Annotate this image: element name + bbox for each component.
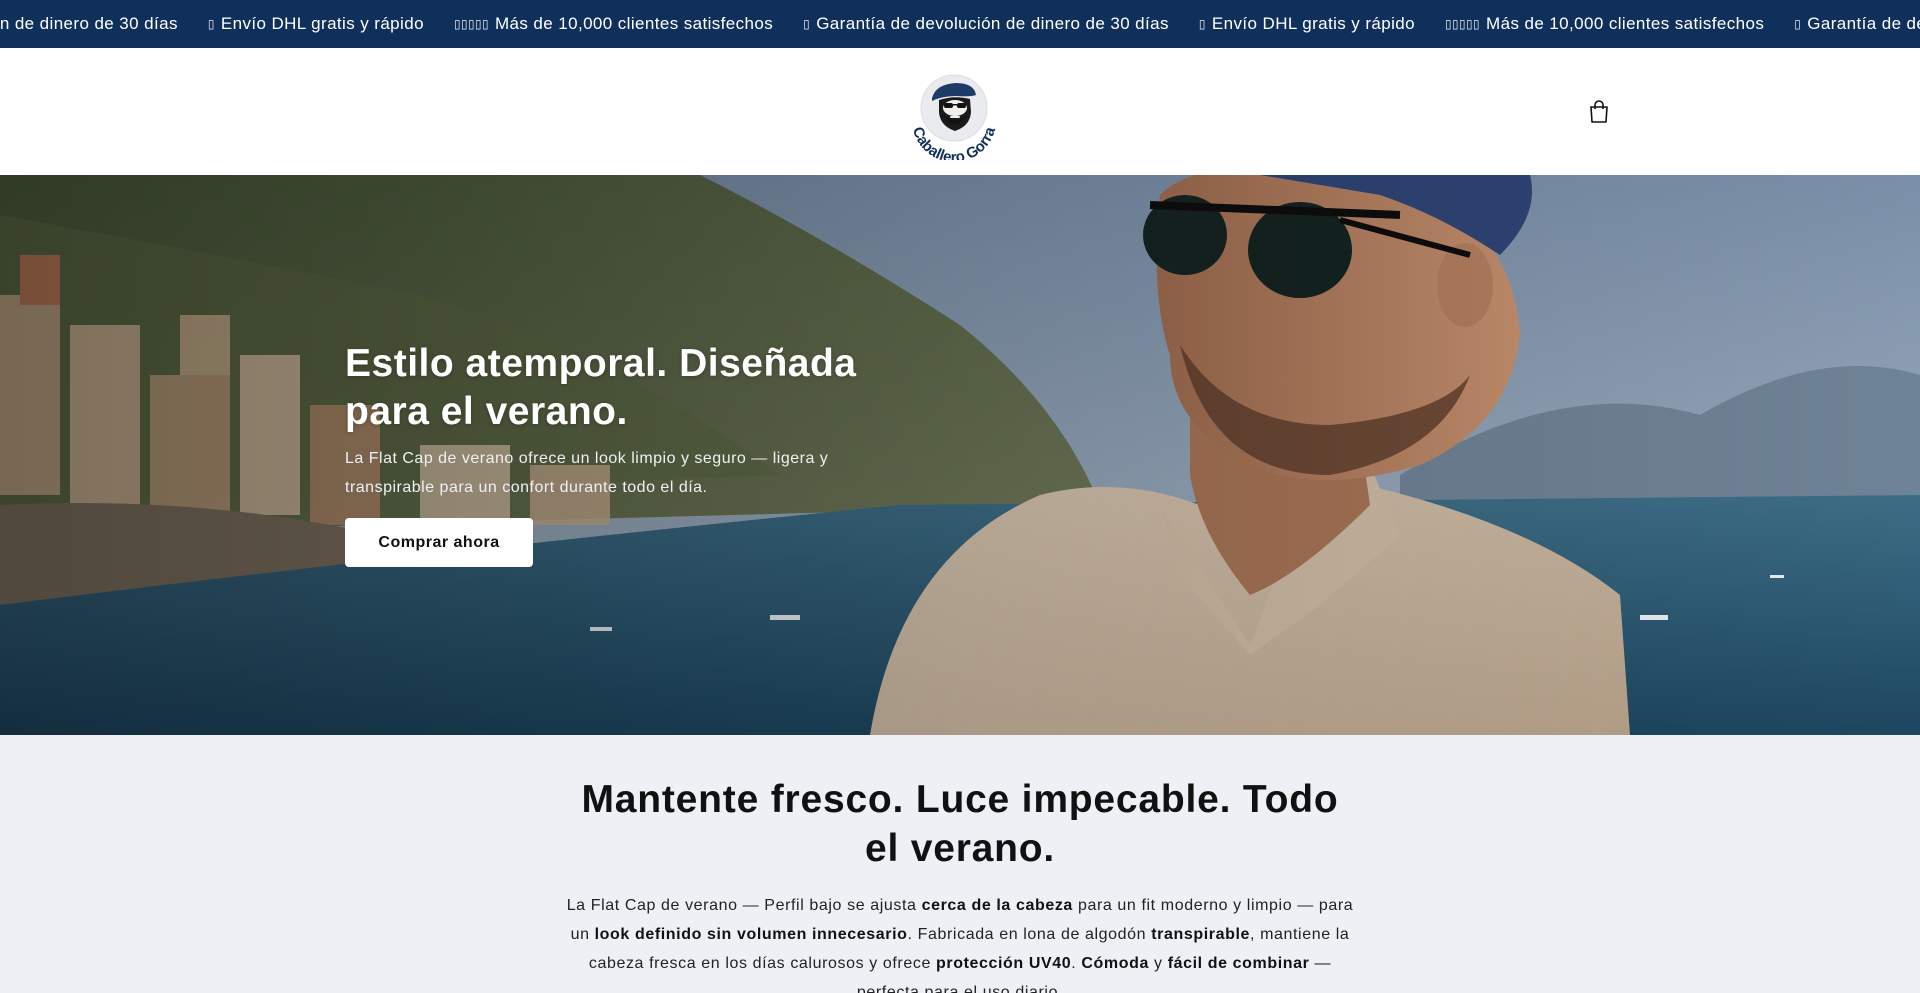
feature-text: La Flat Cap de verano — Perfil bajo se a… [566, 897, 922, 914]
announcement-item: ▯▯▯▯▯ Más de 10,000 clientes satisfechos [454, 14, 773, 34]
announcement-text: Más de 10,000 clientes satisfechos [1486, 14, 1765, 33]
hero-banner: Estilo atemporal. Diseñada para el veran… [0, 175, 1920, 735]
hero-image [0, 175, 1920, 735]
caballero-gorra-logo-icon: Caballero Gorra [909, 74, 999, 166]
hero-content: Estilo atemporal. Diseñada para el veran… [345, 340, 905, 567]
announcement-text: ón de dinero de 30 días [0, 14, 178, 33]
site-header: Caballero Gorra [0, 48, 1920, 175]
announcement-item: ▯ Garantía de devolución de dinero de 30 … [1794, 14, 1920, 34]
announcement-glyph-icon: ▯ [1198, 17, 1206, 31]
hero-subtitle: La Flat Cap de verano ofrece un look lim… [345, 450, 829, 496]
feature-highlight: cerca de la cabeza [921, 897, 1073, 914]
feature-text: . [1071, 955, 1082, 972]
shop-now-button[interactable]: Comprar ahora [345, 518, 533, 567]
cart-button[interactable] [1584, 97, 1614, 127]
announcement-item: ▯ Envío DHL gratis y rápido [208, 14, 424, 34]
announcement-glyph-icon: ▯▯▯▯▯ [1445, 17, 1481, 31]
announcement-glyph-icon: ▯ [1794, 17, 1802, 31]
announcement-glyph-icon: ▯ [803, 17, 811, 31]
announcement-glyph-icon: ▯ [207, 17, 215, 31]
announcement-text: Envío DHL gratis y rápido [1211, 14, 1415, 33]
feature-highlight: protección UV40 [936, 955, 1072, 972]
feature-highlight: fácil de combinar [1167, 955, 1310, 972]
feature-highlight: Cómoda [1081, 955, 1149, 972]
announcement-text: Garantía de devolución de dinero de 30 d… [816, 14, 1169, 33]
announcement-text: Más de 10,000 clientes satisfechos [494, 14, 774, 33]
announcement-track: ón de dinero de 30 días ▯ Envío DHL gratis… [0, 0, 1920, 48]
feature-title: Mantente fresco. Luce impecable. Todo el… [581, 778, 1339, 870]
brand-logo[interactable]: Caballero Gorra [902, 68, 1006, 166]
announcement-item: ón de dinero de 30 días [0, 14, 178, 34]
feature-text: . Fabricada en lona de algodón [907, 926, 1152, 943]
announcement-item: ▯ Garantía de devolución de dinero de 30 … [803, 14, 1169, 34]
feature-highlight: transpirable [1151, 926, 1250, 943]
shopping-bag-icon [1590, 100, 1608, 123]
hero-title: Estilo atemporal. Diseñada para el veran… [345, 342, 857, 433]
feature-description: La Flat Cap de verano — Perfil bajo se a… [565, 891, 1355, 993]
feature-highlight: look definido sin volumen innecesario [594, 926, 908, 943]
announcement-item: ▯ Envío DHL gratis y rápido [1199, 14, 1415, 34]
announcement-item: ▯▯▯▯▯ Más de 10,000 clientes satisfechos [1445, 14, 1764, 34]
announcement-text: Garantía de devolución de dinero de 30 d… [1807, 14, 1920, 33]
feature-text: y [1148, 955, 1168, 972]
announcement-bar: ón de dinero de 30 días ▯ Envío DHL gratis… [0, 0, 1920, 48]
feature-section: Mantente fresco. Luce impecable. Todo el… [0, 735, 1920, 993]
announcement-glyph-icon: ▯▯▯▯▯ [453, 17, 489, 31]
announcement-text: Envío DHL gratis y rápido [220, 14, 424, 33]
